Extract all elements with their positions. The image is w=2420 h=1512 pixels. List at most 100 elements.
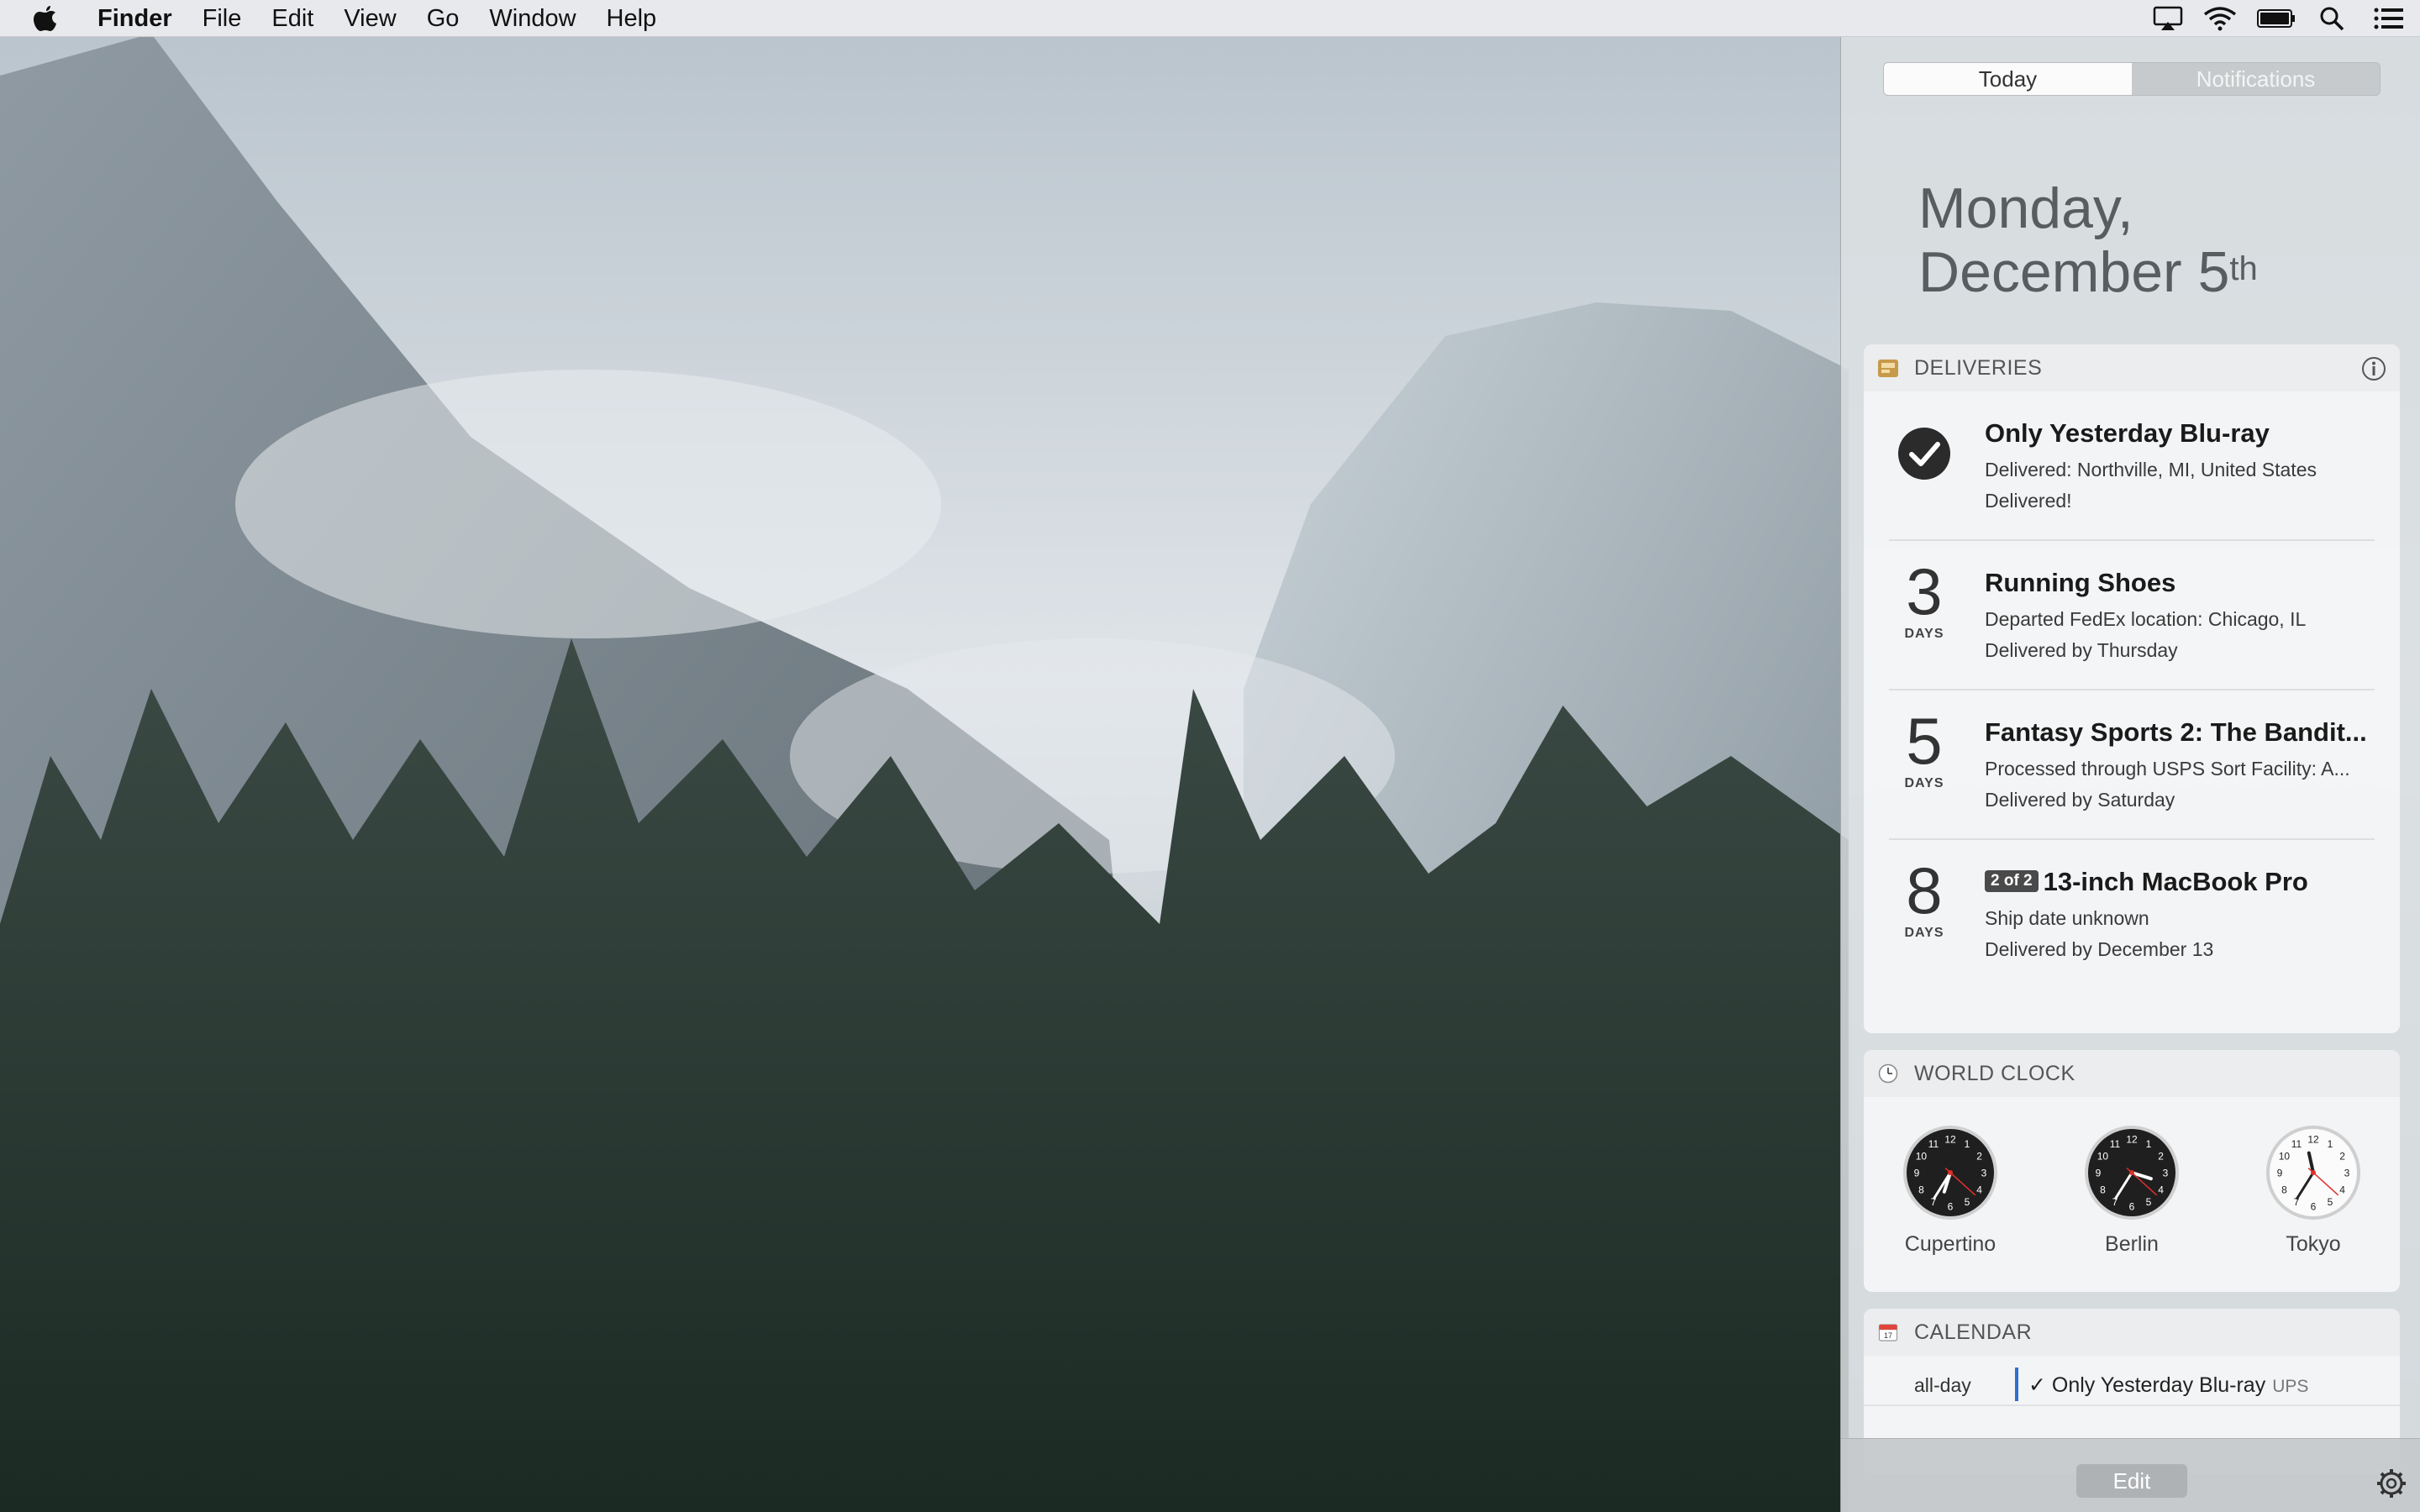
world-clock-item[interactable]: 1 2 3 4 5 6 7 8 9 10 11 12 Tokyo xyxy=(2242,1122,2385,1257)
deliveries-widget: DELIVERIES Only Yesterday Blu-ray Delive… xyxy=(1864,344,2400,1033)
days-count: 3 xyxy=(1906,554,1943,628)
clock-numeral: 11 xyxy=(1928,1138,1939,1150)
edit-button[interactable]: Edit xyxy=(2076,1464,2187,1498)
delivery-eta: Delivered! xyxy=(1985,490,2072,512)
calendar-icon: 17 xyxy=(1877,1321,1899,1343)
date-weekday: Monday, xyxy=(1918,176,2133,240)
delivery-item[interactable]: Only Yesterday Blu-ray Delivered: Northv… xyxy=(1889,391,2375,541)
days-label: DAYS xyxy=(1904,776,1944,790)
deliveries-app-icon xyxy=(1877,357,1899,379)
delivery-detail: Delivered: Northville, MI, United States xyxy=(1985,459,2317,480)
clock-numeral: 8 xyxy=(2100,1184,2106,1196)
days-label: DAYS xyxy=(1904,627,1944,641)
delivery-item[interactable]: 3 DAYS Running Shoes Departed FedEx loca… xyxy=(1889,541,2375,690)
menu-app-finder[interactable]: Finder xyxy=(82,0,187,37)
clock-numeral: 5 xyxy=(1965,1196,1970,1208)
clock-numeral: 4 xyxy=(2339,1184,2345,1196)
deliveries-widget-header: DELIVERIES xyxy=(1864,344,2400,391)
nc-bottom-bar: Edit xyxy=(1841,1438,2420,1512)
clock-numeral: 2 xyxy=(2158,1151,2164,1163)
svg-text:17: 17 xyxy=(1884,1331,1892,1340)
delivery-eta: Delivered by December 13 xyxy=(1985,938,2214,960)
menu-bar: Finder File Edit View Go Window Help xyxy=(0,0,2420,37)
clock-numeral: 2 xyxy=(1976,1151,1982,1163)
clock-city: Berlin xyxy=(2105,1232,2159,1256)
menu-help[interactable]: Help xyxy=(592,0,672,37)
world-clock-title: WORLD CLOCK xyxy=(1914,1061,2075,1085)
clock-numeral: 5 xyxy=(2146,1196,2152,1208)
delivery-name: Running Shoes xyxy=(1985,568,2176,597)
clock-numeral: 6 xyxy=(2311,1201,2317,1213)
clock-city: Tokyo xyxy=(2286,1232,2341,1256)
days-count: 8 xyxy=(1906,853,1943,927)
menu-file[interactable]: File xyxy=(187,0,257,37)
world-clock-item[interactable]: 1 2 3 4 5 6 7 8 9 10 11 12 Berlin xyxy=(2060,1122,2203,1257)
battery-icon[interactable] xyxy=(2247,0,2306,37)
delivery-detail: Processed through USPS Sort Facility: A.… xyxy=(1985,758,2350,780)
clock-numeral: 1 xyxy=(1965,1138,1970,1150)
clock-numeral: 3 xyxy=(2344,1168,2350,1179)
notification-center-panel: Today Notifications Monday, December 5th… xyxy=(1840,37,2420,1512)
delivery-detail: Ship date unknown xyxy=(1985,907,2149,929)
clock-numeral: 9 xyxy=(2096,1168,2102,1179)
today-date-heading: Monday, December 5th xyxy=(1918,176,2389,304)
world-clock-widget: WORLD CLOCK 1 2 3 4 5 6 7 8 9 10 11 12 Cupertino 12… xyxy=(1864,1050,2400,1292)
delivery-name: 13-inch MacBook Pro xyxy=(2043,867,2308,896)
date-suffix: th xyxy=(2229,250,2258,287)
event-text: ✓ Only Yesterday Blu-ray UPS xyxy=(2028,1373,2308,1398)
clock-numeral: 1 xyxy=(2328,1138,2333,1150)
airplay-icon[interactable] xyxy=(2143,0,2193,37)
menu-view[interactable]: View xyxy=(329,0,411,37)
event-time: all-day xyxy=(1914,1374,1971,1396)
clock-numeral: 3 xyxy=(1981,1168,1987,1179)
delivery-name: Fantasy Sports 2: The Bandit... xyxy=(1985,717,2367,747)
delivery-eta: Delivered by Saturday xyxy=(1985,789,2175,811)
clock-numeral: 9 xyxy=(1914,1168,1920,1179)
clock-numeral: 4 xyxy=(1976,1184,1982,1196)
event-calendar-color xyxy=(2015,1368,2018,1401)
delivery-status xyxy=(1889,408,1960,485)
deliveries-title: DELIVERIES xyxy=(1914,355,2043,380)
delivery-name: Only Yesterday Blu-ray xyxy=(1985,418,2270,448)
clock-pivot xyxy=(2129,1170,2134,1175)
clock-list: 1 2 3 4 5 6 7 8 9 10 11 12 Cupertino 1 2 3 4 5 6 7 8 9 10 11 1… xyxy=(1864,1122,2400,1257)
date-month-day: December 5 xyxy=(1918,240,2230,304)
event-title: Only Yesterday Blu-ray xyxy=(2051,1373,2266,1397)
clock-numeral: 4 xyxy=(2158,1184,2164,1196)
checkmark-icon xyxy=(1898,428,1950,480)
clock-pivot xyxy=(1948,1170,1953,1175)
menu-window[interactable]: Window xyxy=(474,0,591,37)
status-area xyxy=(2143,0,2420,37)
notification-center-icon[interactable] xyxy=(2358,0,2420,37)
analog-clock-face: 1234567891011 12 xyxy=(1903,1126,1997,1220)
event-check: ✓ xyxy=(2028,1373,2046,1397)
clock-numeral: 1 xyxy=(2146,1138,2152,1150)
clock-icon xyxy=(1877,1063,1899,1084)
nc-tab-bar: Today Notifications xyxy=(1883,62,2381,96)
clock-numeral: 8 xyxy=(1918,1184,1924,1196)
gear-icon[interactable] xyxy=(2375,1467,2407,1499)
tab-today[interactable]: Today xyxy=(1884,63,2132,95)
apple-logo-icon[interactable] xyxy=(34,4,59,33)
tab-notifications[interactable]: Notifications xyxy=(2132,63,2380,95)
clock-numeral: 10 xyxy=(1916,1151,1928,1163)
clock-numeral: 9 xyxy=(2277,1168,2283,1179)
wifi-icon[interactable] xyxy=(2193,0,2247,37)
clock-city: Cupertino xyxy=(1904,1232,1996,1256)
calendar-event[interactable]: all-day ✓ Only Yesterday Blu-ray UPS xyxy=(1864,1362,2400,1406)
menu-edit[interactable]: Edit xyxy=(256,0,329,37)
spotlight-search-icon[interactable] xyxy=(2306,0,2358,37)
info-icon[interactable] xyxy=(2361,356,2386,381)
menu-go[interactable]: Go xyxy=(412,0,475,37)
analog-clock-face: 1234567891011 12 xyxy=(2085,1126,2179,1220)
delivery-detail: Departed FedEx location: Chicago, IL xyxy=(1985,608,2307,630)
delivery-countdown: 3 DAYS xyxy=(1889,558,1960,642)
clock-numeral: 12 xyxy=(2307,1134,2319,1146)
delivery-eta: Delivered by Thursday xyxy=(1985,639,2178,661)
world-clock-item[interactable]: 1 2 3 4 5 6 7 8 9 10 11 12 Cupertino xyxy=(1879,1122,2022,1257)
calendar-widget-header: 17 CALENDAR xyxy=(1864,1309,2400,1356)
delivery-item[interactable]: 5 DAYS Fantasy Sports 2: The Bandit... P… xyxy=(1889,690,2375,840)
delivery-item[interactable]: 8 DAYS 2 of 2 13-inch MacBook Pro Ship da… xyxy=(1889,840,2375,990)
package-count-badge: 2 of 2 xyxy=(1985,869,2039,892)
calendar-title: CALENDAR xyxy=(1914,1320,2033,1344)
